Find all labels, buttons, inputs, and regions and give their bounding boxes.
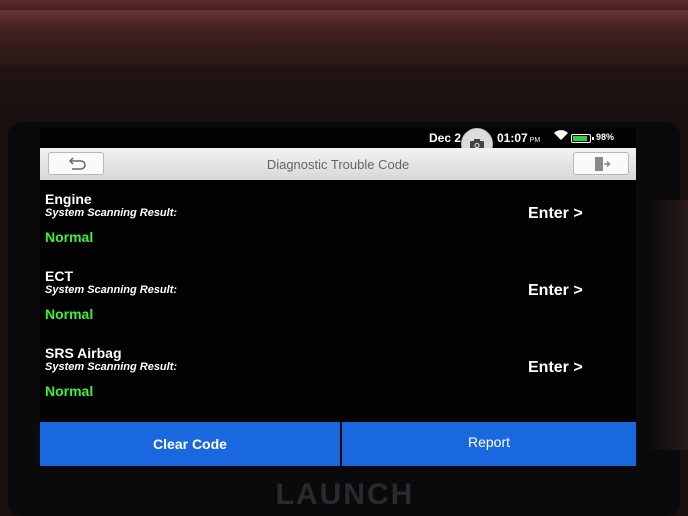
exit-door-icon xyxy=(595,157,611,171)
enter-button[interactable]: Enter > xyxy=(528,359,583,377)
device-brand-logo: LAUNCH xyxy=(275,478,415,511)
exit-button[interactable] xyxy=(573,152,629,175)
system-name: Engine xyxy=(45,191,92,207)
system-result-label: System Scanning Result: xyxy=(45,361,178,373)
system-status: Normal xyxy=(45,383,94,399)
enter-button[interactable]: Enter > xyxy=(528,282,583,300)
status-date: Dec 2 xyxy=(429,131,462,145)
back-button[interactable] xyxy=(48,152,104,175)
wifi-icon xyxy=(553,129,569,144)
title-bar: Diagnostic Trouble Code xyxy=(40,148,636,180)
system-name: ECT xyxy=(45,268,73,284)
status-ampm: PM xyxy=(529,137,541,144)
enter-button[interactable]: Enter > xyxy=(528,205,583,223)
system-item-ect: ECT System Scanning Result: Normal Enter… xyxy=(40,265,636,342)
clear-code-button[interactable]: Clear Code xyxy=(40,422,340,466)
action-bar: Clear Code Report xyxy=(40,422,636,466)
system-result-label: System Scanning Result: xyxy=(45,284,178,296)
system-item-srs-airbag: SRS Airbag System Scanning Result: Norma… xyxy=(40,342,636,419)
battery-icon xyxy=(571,134,594,143)
status-time-value: 01:07 xyxy=(497,131,528,145)
status-time: 01:07 PM xyxy=(497,131,540,145)
background-edge xyxy=(650,200,688,450)
system-name: SRS Airbag xyxy=(45,345,122,361)
background-band xyxy=(0,10,688,65)
system-item-engine: Engine System Scanning Result: Normal En… xyxy=(40,188,636,265)
device-screen: Dec 2 01:07 PM 98% Diagnostic Trouble Cod… xyxy=(40,128,636,466)
battery-percent: 98% xyxy=(596,132,615,142)
back-arrow-icon xyxy=(68,157,86,170)
system-list: Engine System Scanning Result: Normal En… xyxy=(40,188,636,419)
report-button[interactable]: Report xyxy=(342,422,636,466)
system-result-label: System Scanning Result: xyxy=(45,207,178,219)
page-title: Diagnostic Trouble Code xyxy=(266,157,410,172)
status-bar: Dec 2 01:07 PM 98% xyxy=(40,128,636,148)
system-status: Normal xyxy=(45,306,94,322)
system-status: Normal xyxy=(45,229,94,245)
